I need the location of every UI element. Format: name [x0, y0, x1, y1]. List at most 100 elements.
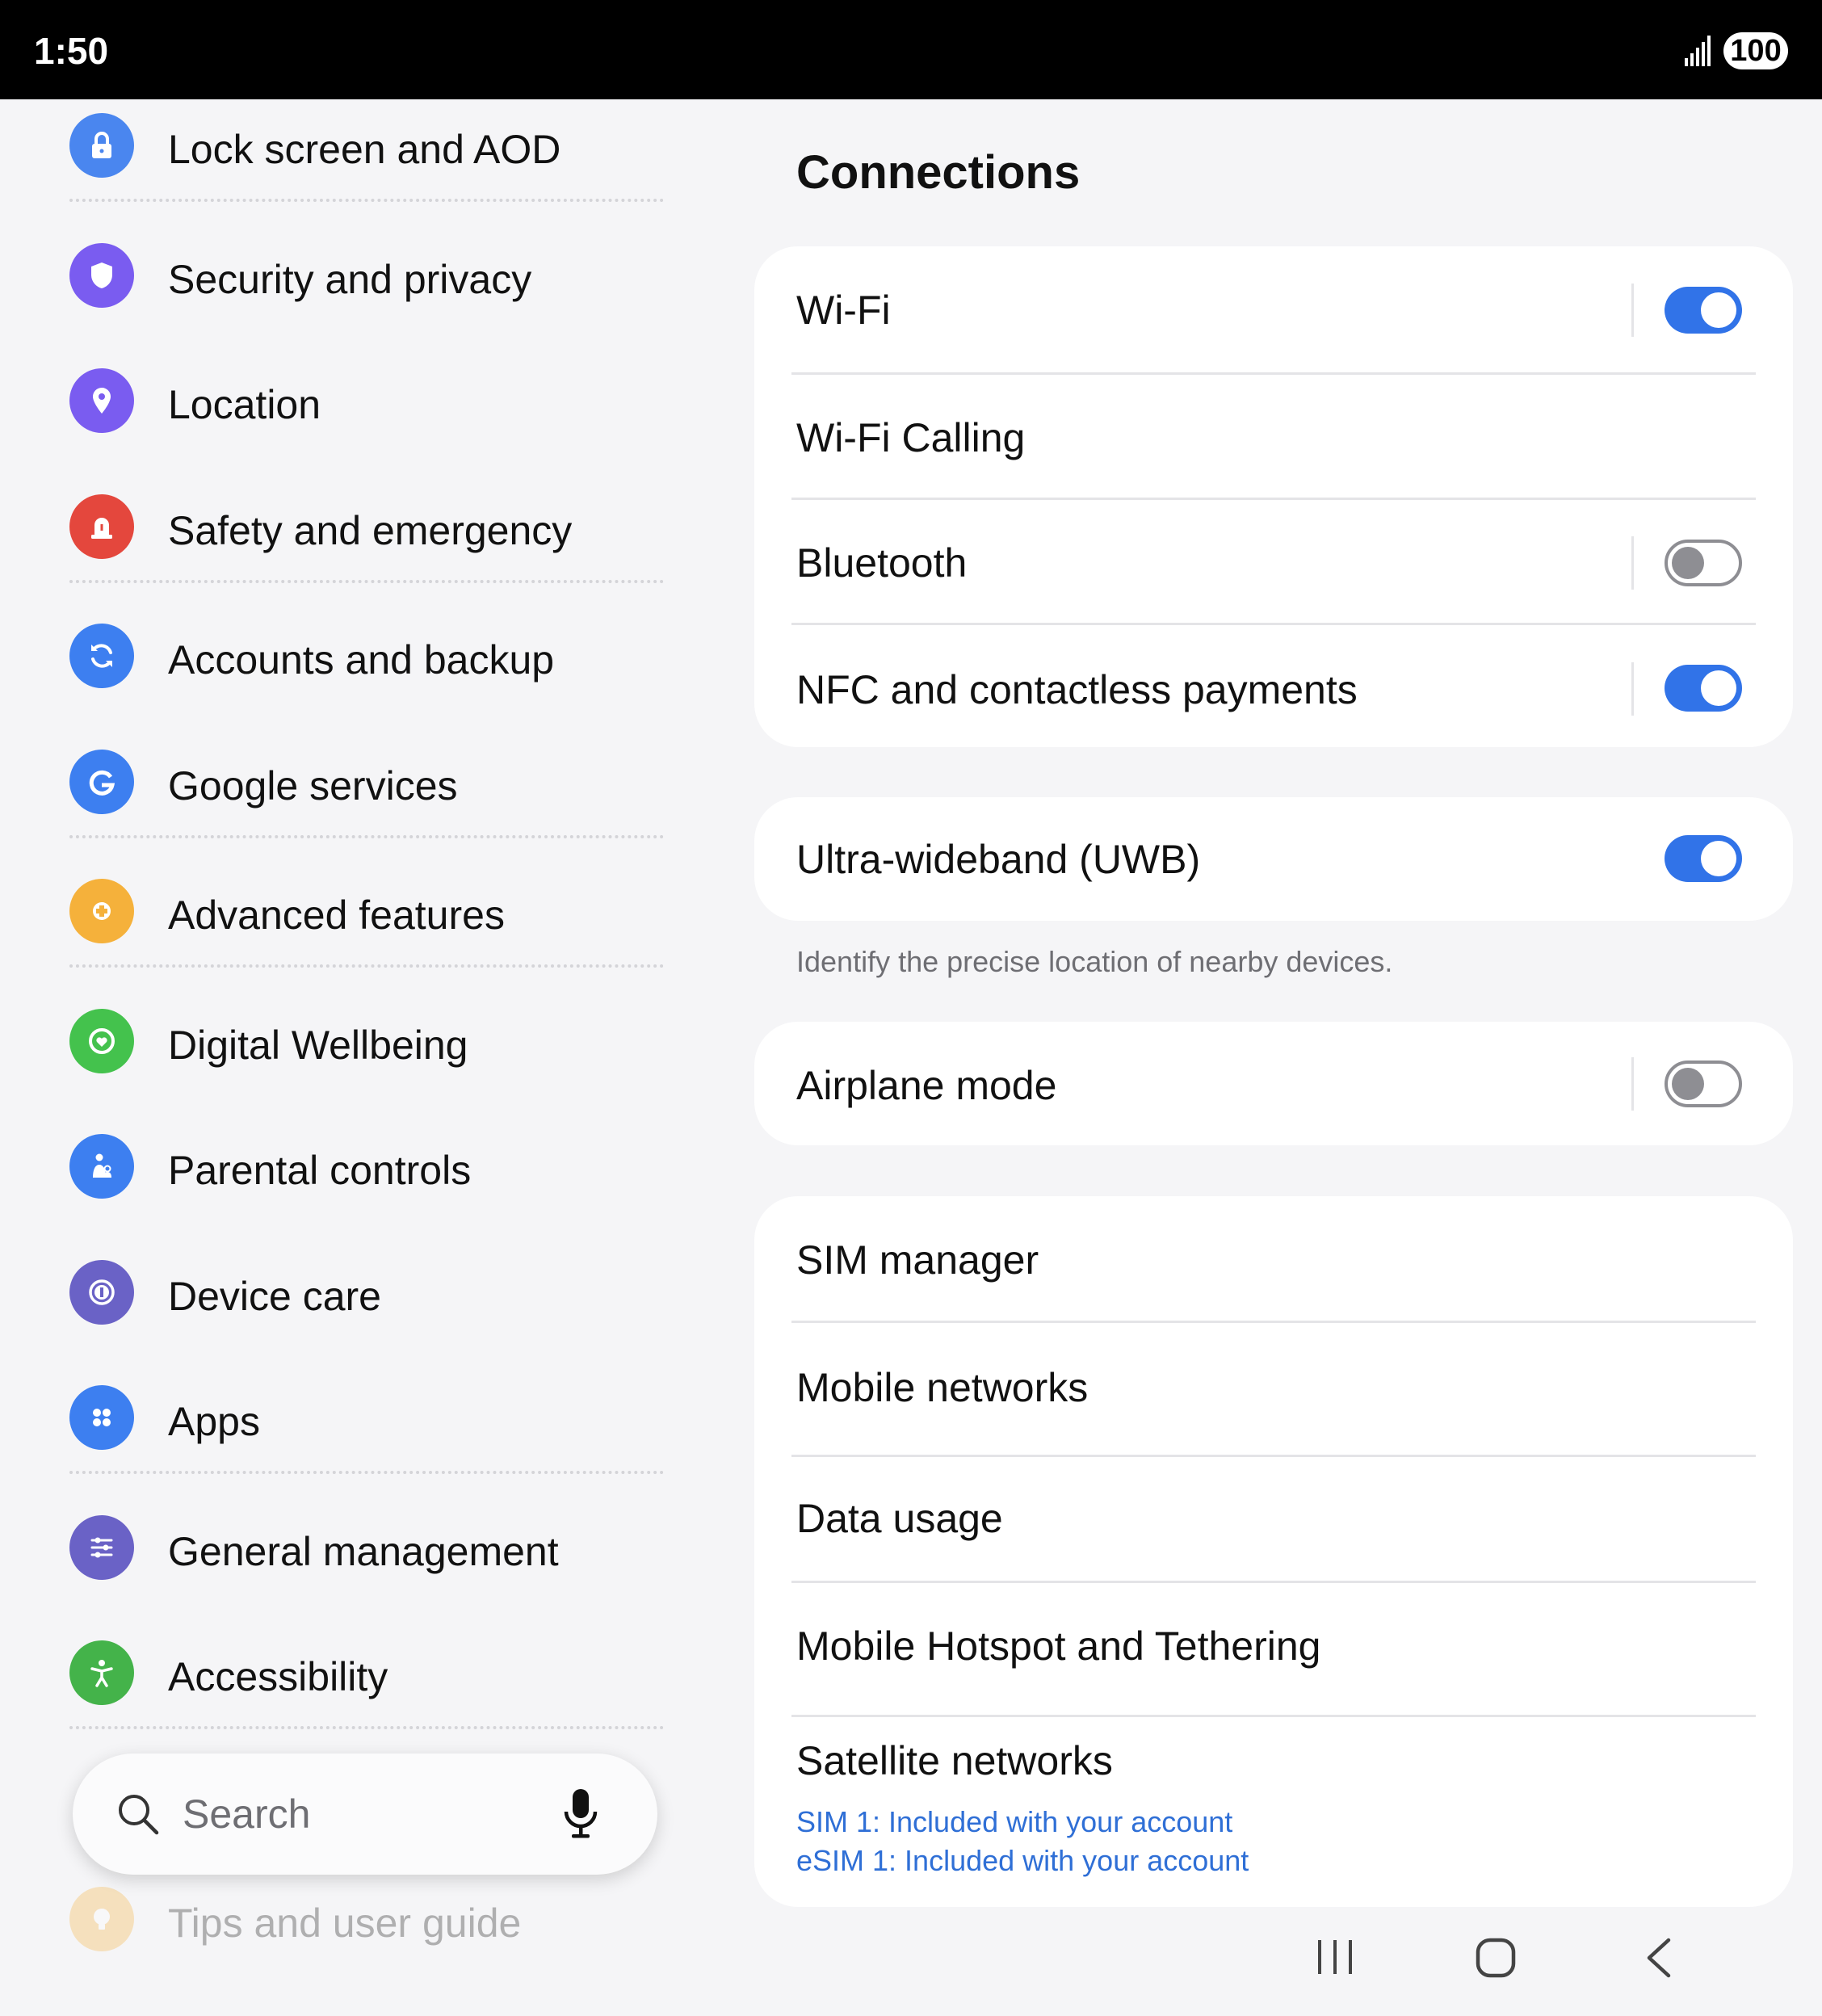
battery-icon: 100: [1723, 32, 1788, 69]
lock-icon: [69, 113, 134, 178]
setting-row-bluetooth[interactable]: Bluetooth: [754, 499, 1793, 624]
vertical-divider: [1631, 662, 1634, 716]
page-title: Connections: [796, 146, 1081, 199]
lightbulb-icon: [69, 1887, 134, 1951]
setting-label: Data usage: [796, 1496, 1003, 1541]
sidebar-item-label: Location: [168, 382, 321, 427]
sidebar-item-safety[interactable]: Safety and emergency: [69, 486, 667, 567]
sidebar-item-advanced[interactable]: Advanced features: [69, 871, 667, 951]
vertical-divider: [1631, 536, 1634, 590]
sidebar-item-general[interactable]: General management: [69, 1507, 667, 1588]
setting-label: Satellite networks: [796, 1738, 1113, 1783]
setting-label: SIM manager: [796, 1237, 1039, 1283]
search-icon: [119, 1795, 159, 1835]
sidebar-item-label: Tips and user guide: [168, 1900, 522, 1946]
divider: [69, 1471, 664, 1474]
sidebar-item-label: Lock screen and AOD: [168, 127, 561, 172]
divider: [69, 835, 664, 838]
sidebar-item-label: Apps: [168, 1399, 260, 1444]
back-icon[interactable]: [1643, 1937, 1675, 1979]
emergency-siren-icon: [69, 494, 134, 559]
sidebar-item-accessibility[interactable]: Accessibility: [69, 1632, 667, 1713]
sidebar-item-label: Digital Wellbeing: [168, 1023, 468, 1068]
uwb-card: Ultra-wideband (UWB): [754, 797, 1793, 921]
setting-label: Airplane mode: [796, 1063, 1057, 1108]
setting-label: Wi-Fi: [796, 288, 891, 333]
parent-child-icon: [69, 1134, 134, 1199]
apps-grid-icon: [69, 1385, 134, 1450]
vertical-divider: [1631, 1057, 1634, 1111]
nfc-toggle[interactable]: [1665, 665, 1742, 712]
satellite-sim1-status: SIM 1: Included with your account: [796, 1805, 1233, 1838]
setting-row-nfc[interactable]: NFC and contactless payments: [754, 624, 1793, 747]
sidebar-item-google[interactable]: Google services: [69, 741, 667, 822]
home-icon[interactable]: [1475, 1937, 1517, 1979]
satellite-esim1-status: eSIM 1: Included with your account: [796, 1844, 1249, 1877]
sidebar-item-label: Google services: [168, 763, 458, 808]
sidebar-item-label: Device care: [168, 1274, 381, 1319]
setting-row-wifi[interactable]: Wi-Fi: [754, 246, 1793, 374]
setting-label: Ultra-wideband (UWB): [796, 837, 1201, 882]
shield-icon: [69, 243, 134, 308]
sidebar-item-label: General management: [168, 1529, 559, 1574]
setting-row-wifi-calling[interactable]: Wi-Fi Calling: [754, 374, 1793, 498]
sidebar-item-label: Accounts and backup: [168, 637, 555, 682]
setting-label: Mobile Hotspot and Tethering: [796, 1623, 1321, 1669]
location-pin-icon: [69, 368, 134, 433]
uwb-toggle[interactable]: [1665, 835, 1742, 882]
sidebar-item-label: Advanced features: [168, 892, 505, 938]
uwb-description: Identify the precise location of nearby …: [796, 945, 1393, 978]
sidebar-item-location[interactable]: Location: [69, 360, 667, 441]
connections-card-network: SIM manager Mobile networks Data usage M…: [754, 1196, 1793, 1907]
navigation-bar: [1211, 1919, 1777, 1997]
sliders-icon: [69, 1515, 134, 1580]
setting-row-airplane[interactable]: Airplane mode: [754, 1022, 1793, 1145]
search-input[interactable]: Search: [183, 1791, 310, 1838]
sync-icon: [69, 624, 134, 688]
sidebar-item-parental[interactable]: Parental controls: [69, 1126, 667, 1207]
connections-card-primary: Wi-Fi Wi-Fi Calling Bluetooth NFC and co…: [754, 246, 1793, 747]
bluetooth-toggle[interactable]: [1665, 540, 1742, 586]
search-bar[interactable]: Search: [73, 1754, 657, 1875]
status-bar: 1:50 100: [0, 0, 1822, 99]
airplane-card: Airplane mode: [754, 1022, 1793, 1145]
divider: [69, 1726, 664, 1729]
setting-label: Bluetooth: [796, 540, 968, 586]
microphone-icon[interactable]: [562, 1789, 599, 1839]
signal-icon: [1685, 36, 1711, 66]
status-time: 1:50: [34, 30, 109, 72]
divider: [69, 199, 664, 202]
setting-row-uwb[interactable]: Ultra-wideband (UWB): [754, 797, 1793, 921]
setting-row-satellite[interactable]: Satellite networks SIM 1: Included with …: [754, 1716, 1793, 1907]
setting-row-mobile-networks[interactable]: Mobile networks: [754, 1322, 1793, 1456]
heart-ring-icon: [69, 1009, 134, 1073]
sidebar-item-label: Safety and emergency: [168, 508, 573, 553]
device-care-icon: [69, 1260, 134, 1325]
sidebar-item-label: Accessibility: [168, 1654, 388, 1699]
airplane-toggle[interactable]: [1665, 1060, 1742, 1107]
setting-row-hotspot[interactable]: Mobile Hotspot and Tethering: [754, 1582, 1793, 1715]
divider: [69, 964, 664, 968]
recent-apps-icon[interactable]: [1315, 1937, 1355, 1977]
setting-row-sim-manager[interactable]: SIM manager: [754, 1196, 1793, 1321]
sidebar-item-lock-screen[interactable]: Lock screen and AOD: [69, 105, 667, 186]
sidebar-item-wellbeing[interactable]: Digital Wellbeing: [69, 1001, 667, 1082]
sidebar-item-device-care[interactable]: Device care: [69, 1252, 667, 1333]
sidebar-item-security[interactable]: Security and privacy: [69, 235, 667, 316]
setting-label: Mobile networks: [796, 1365, 1089, 1410]
wifi-toggle[interactable]: [1665, 287, 1742, 334]
setting-label: Wi-Fi Calling: [796, 415, 1026, 460]
puzzle-gear-icon: [69, 879, 134, 943]
sidebar-item-tips[interactable]: Tips and user guide: [69, 1879, 667, 1959]
setting-label: NFC and contactless payments: [796, 667, 1358, 712]
accessibility-person-icon: [69, 1640, 134, 1705]
google-g-icon: [69, 750, 134, 814]
sidebar-item-accounts[interactable]: Accounts and backup: [69, 615, 667, 696]
settings-sidebar: Lock screen and AOD Security and privacy…: [0, 99, 727, 2016]
setting-row-data-usage[interactable]: Data usage: [754, 1456, 1793, 1581]
sidebar-item-apps[interactable]: Apps: [69, 1377, 667, 1458]
sidebar-item-label: Parental controls: [168, 1148, 472, 1193]
sidebar-item-label: Security and privacy: [168, 257, 532, 302]
divider: [69, 580, 664, 583]
vertical-divider: [1631, 284, 1634, 337]
